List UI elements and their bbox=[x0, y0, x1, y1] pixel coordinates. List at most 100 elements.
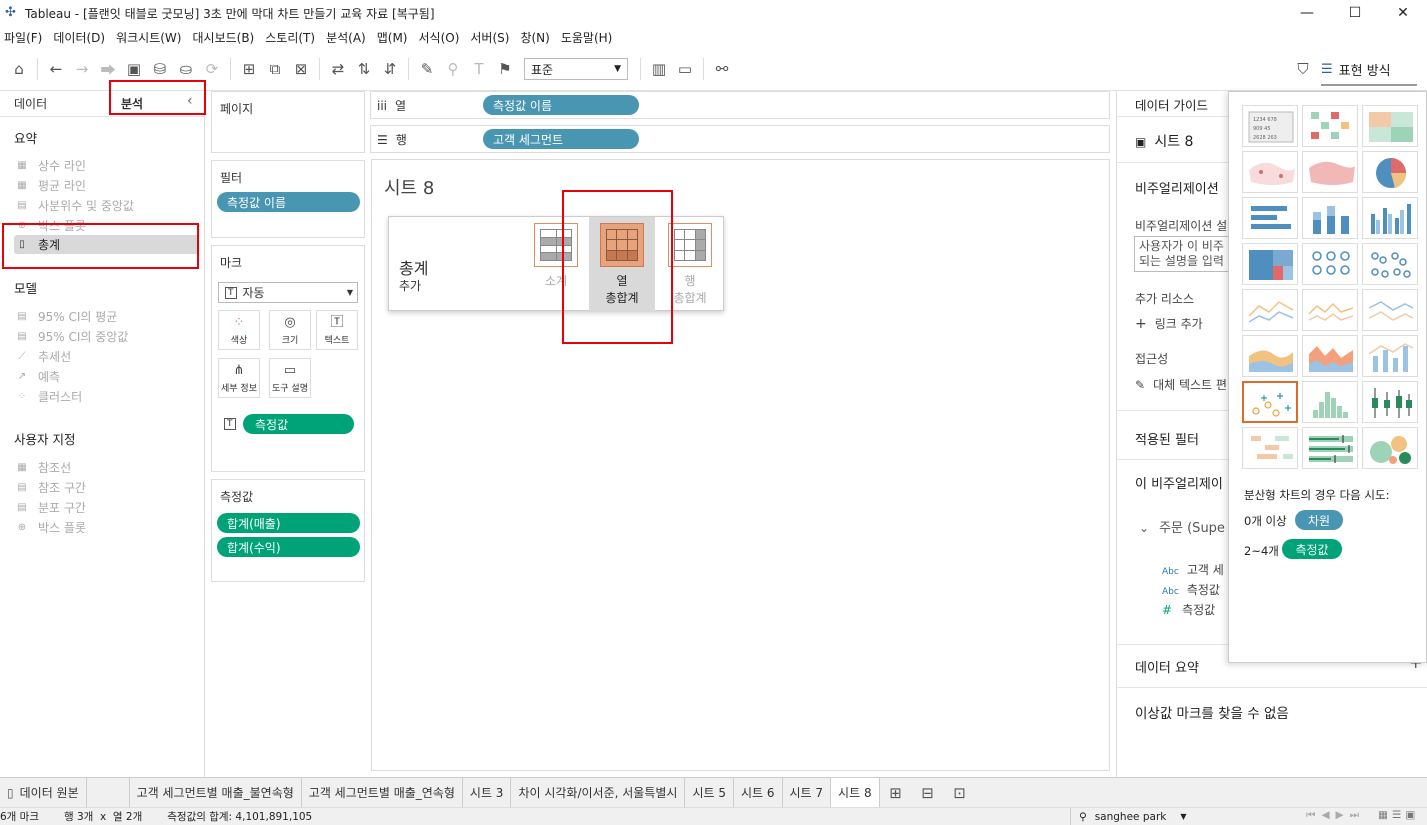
undo-icon[interactable]: ← bbox=[43, 55, 69, 83]
chart-type-box-whisker[interactable] bbox=[1362, 381, 1418, 423]
analytics-avg-ci[interactable]: ▤ 95% CI의 평균 bbox=[14, 306, 199, 326]
duplicate-sheet-icon[interactable]: ⧉ bbox=[262, 55, 288, 83]
new-story-icon[interactable]: ⊡ bbox=[944, 779, 976, 807]
show-mark-labels-icon[interactable]: T bbox=[466, 55, 492, 83]
home-icon[interactable]: ⌂ bbox=[6, 55, 32, 83]
user-menu[interactable]: ⚲ sanghee park ▼ bbox=[1070, 808, 1187, 825]
save-icon[interactable]: ▣ bbox=[121, 55, 147, 83]
analytics-average-line[interactable]: ▦ 평균 라인 bbox=[14, 175, 199, 195]
analytics-forecast[interactable]: ↗ 예측 bbox=[14, 366, 199, 386]
chart-type-area-continuous[interactable] bbox=[1242, 335, 1298, 377]
chart-type-area-discrete[interactable] bbox=[1302, 335, 1358, 377]
share-icon[interactable]: ⚯ bbox=[709, 55, 735, 83]
redo-icon[interactable]: → bbox=[69, 55, 95, 83]
chart-type-highlight-table[interactable] bbox=[1362, 105, 1418, 147]
chart-type-pie-chart[interactable] bbox=[1362, 151, 1418, 193]
chart-type-lines-continuous[interactable] bbox=[1242, 289, 1298, 331]
analytics-constant-line[interactable]: ▦ 상수 라인 bbox=[14, 155, 199, 175]
fix-axes-icon[interactable]: ⚑ bbox=[492, 55, 518, 83]
tab-sheet-8[interactable]: 시트 8 bbox=[831, 777, 880, 808]
orders-source[interactable]: ⌄ 주문 (Supe bbox=[1139, 517, 1225, 536]
maximize-button[interactable]: ☐ bbox=[1331, 0, 1379, 26]
mark-type-select[interactable]: T 자동 ▼ bbox=[218, 282, 358, 303]
menu-format[interactable]: 서식(O) bbox=[415, 29, 467, 46]
add-link-button[interactable]: + 링크 추가 bbox=[1135, 315, 1203, 332]
analytics-distribution-band[interactable]: ▤ 분포 구간 bbox=[14, 497, 199, 517]
chart-type-dual-lines[interactable] bbox=[1362, 289, 1418, 331]
menu-help[interactable]: 도움말(H) bbox=[557, 29, 620, 46]
tab-sheet-5[interactable]: 시트 5 bbox=[685, 777, 734, 808]
menu-window[interactable]: 창(N) bbox=[516, 29, 556, 46]
tab-data-source[interactable]: ▯ 데이터 원본 bbox=[0, 777, 87, 808]
chart-type-dual-combination[interactable] bbox=[1362, 335, 1418, 377]
analytics-median-ci[interactable]: ▤ 95% CI의 중앙값 bbox=[14, 326, 199, 346]
show-cards-icon[interactable]: ▥ bbox=[646, 55, 672, 83]
chart-type-symbol-map[interactable] bbox=[1242, 151, 1298, 193]
chart-type-histogram[interactable] bbox=[1302, 381, 1358, 423]
pause-updates-icon[interactable]: ⛀ bbox=[173, 55, 199, 83]
chart-type-packed-bubbles[interactable] bbox=[1362, 427, 1418, 469]
tab-sheet-6[interactable]: 시트 6 bbox=[734, 777, 783, 808]
view-mode-icons[interactable]: ▦☰▣ bbox=[1378, 809, 1419, 821]
alt-text-button[interactable]: ✎ 대체 텍스트 편 bbox=[1135, 376, 1227, 393]
menu-data[interactable]: 데이터(D) bbox=[49, 29, 112, 46]
columns-shelf[interactable]: iii 열 측정값 이름 bbox=[370, 91, 1110, 119]
filter-pill[interactable]: 측정값 이름 bbox=[217, 192, 360, 212]
fit-select[interactable]: 표준 ▼ bbox=[524, 58, 628, 80]
analytics-cluster[interactable]: ⁘ 클러스터 bbox=[14, 386, 199, 406]
chart-type-circle-view[interactable] bbox=[1302, 243, 1358, 285]
column-pill[interactable]: 측정값 이름 bbox=[483, 95, 639, 115]
menu-file[interactable]: 파일(F) bbox=[0, 29, 49, 46]
chart-type-gantt-chart[interactable] bbox=[1242, 427, 1298, 469]
menu-story[interactable]: 스토리(T) bbox=[261, 29, 322, 46]
chart-type-text-table[interactable]: 1234 678 909 45 2628 263 bbox=[1242, 105, 1298, 147]
replay-icon[interactable]: ⮕ bbox=[95, 55, 121, 83]
new-dashboard-icon[interactable]: ⊟ bbox=[912, 779, 944, 807]
new-worksheet-icon[interactable]: ⊞ bbox=[236, 55, 262, 83]
menu-analysis[interactable]: 분석(A) bbox=[322, 29, 373, 46]
detail-button[interactable]: ⋔ 세부 정보 bbox=[218, 358, 260, 398]
menu-map[interactable]: 맵(M) bbox=[373, 29, 415, 46]
chart-type-side-by-side-bars[interactable] bbox=[1362, 197, 1418, 239]
menu-worksheet[interactable]: 워크시트(W) bbox=[112, 29, 188, 46]
chart-type-bullet-graph[interactable] bbox=[1302, 427, 1358, 469]
pages-card[interactable]: 페이지 bbox=[211, 91, 365, 153]
rows-shelf[interactable]: ☰ 행 고객 세그먼트 bbox=[370, 125, 1110, 153]
group-icon[interactable]: ⚲ bbox=[440, 55, 466, 83]
tab-sheet-2[interactable]: 고객 세그먼트별 매출_연속형 bbox=[302, 777, 463, 808]
chart-type-treemap[interactable] bbox=[1242, 243, 1298, 285]
highlight-icon[interactable]: ✎ bbox=[414, 55, 440, 83]
menu-dashboard[interactable]: 대시보드(B) bbox=[188, 29, 261, 46]
refresh-icon[interactable]: ⟳ bbox=[199, 55, 225, 83]
format-brush-icon[interactable]: ⛉ bbox=[1290, 55, 1316, 83]
analytics-trend-line[interactable]: ⟋ 추세선 bbox=[14, 346, 199, 366]
chart-type-heat-map[interactable] bbox=[1302, 105, 1358, 147]
new-worksheet-icon[interactable]: ⊞ bbox=[880, 779, 912, 807]
size-button[interactable]: ◎ 크기 bbox=[269, 310, 311, 350]
chart-type-scatter-plot[interactable] bbox=[1242, 381, 1298, 423]
measure-values-pill[interactable]: 측정값 bbox=[243, 414, 354, 434]
tab-sheet-1[interactable]: 고객 세그먼트별 매출_불연속형 bbox=[128, 777, 302, 808]
menu-server[interactable]: 서버(S) bbox=[466, 29, 516, 46]
sheet-title[interactable]: 시트 8 bbox=[384, 174, 434, 200]
tab-sheet-4[interactable]: 차이 시각화/이서준, 서울특별시 bbox=[511, 777, 686, 808]
measure-pill-profit[interactable]: 합계(수익) bbox=[217, 537, 360, 557]
tab-data[interactable]: 데이터 bbox=[14, 95, 47, 112]
analytics-custom-box-plot[interactable]: ⊕ 박스 플롯 bbox=[14, 517, 199, 537]
new-datasource-icon[interactable]: ⛁ bbox=[147, 55, 173, 83]
tab-sheet-7[interactable]: 시트 7 bbox=[783, 777, 832, 808]
chart-type-side-by-side-circles[interactable] bbox=[1362, 243, 1418, 285]
sort-ascending-icon[interactable]: ⇅ bbox=[351, 55, 377, 83]
measure-pill-sales[interactable]: 합계(매출) bbox=[217, 513, 360, 533]
tooltip-button[interactable]: ▭ 도구 설명 bbox=[269, 358, 311, 398]
chart-type-lines-discrete[interactable] bbox=[1302, 289, 1358, 331]
analytics-reference-line[interactable]: ▦ 참조선 bbox=[14, 457, 199, 477]
analytics-median-quartiles[interactable]: ▤ 사분위수 및 중앙값 bbox=[14, 195, 199, 215]
show-me-tab[interactable]: ☰ 표현 방식 bbox=[1321, 54, 1417, 86]
swap-rows-columns-icon[interactable]: ⇄ bbox=[325, 55, 351, 83]
close-button[interactable]: ✕ bbox=[1379, 0, 1427, 26]
analytics-reference-band[interactable]: ▤ 참조 구간 bbox=[14, 477, 199, 497]
chart-type-horizontal-bars[interactable] bbox=[1242, 197, 1298, 239]
minimize-button[interactable]: — bbox=[1283, 0, 1331, 26]
sheet-nav-arrows-icon[interactable]: ⏮◀▶⏭ bbox=[1306, 809, 1365, 822]
